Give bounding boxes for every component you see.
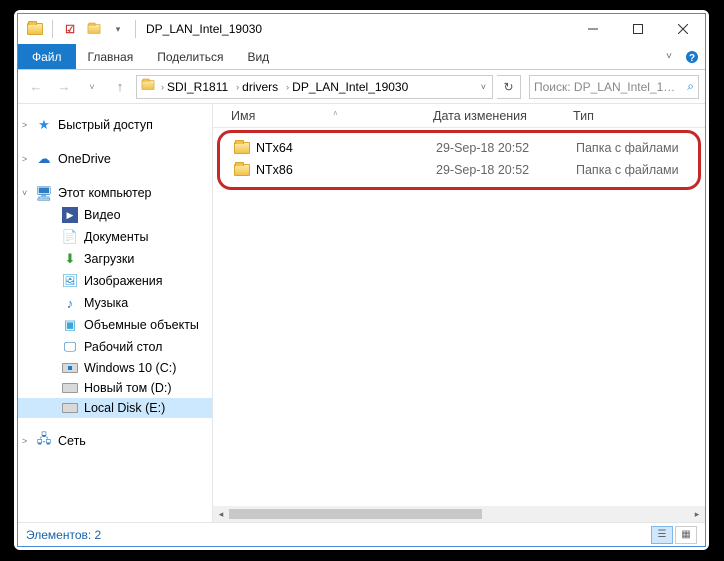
breadcrumb: ›drivers xyxy=(232,80,282,94)
scroll-right-icon[interactable]: ▸ xyxy=(689,509,705,520)
nav-onedrive[interactable]: ˃☁OneDrive xyxy=(18,148,212,170)
folder-icon xyxy=(234,142,250,154)
refresh-button[interactable]: ↻ xyxy=(497,75,521,99)
address-dropdown[interactable]: ˅ xyxy=(477,82,490,92)
app-icon xyxy=(24,18,46,40)
search-box[interactable]: Поиск: DP_LAN_Intel_1… ⌕ xyxy=(529,75,699,99)
breadcrumb: ›SDI_R1811 xyxy=(157,80,232,94)
highlighted-file-list: NTx64 29-Sep-18 20:52 Папка с файлами NT… xyxy=(217,130,701,190)
nav-music[interactable]: ♪Музыка xyxy=(18,292,212,314)
search-icon: ⌕ xyxy=(687,79,694,94)
status-bar: Элементов: 2 ☰ ▦ xyxy=(18,522,705,546)
nav-videos[interactable]: ▶Видео xyxy=(18,204,212,226)
svg-text:?: ? xyxy=(689,53,695,64)
nav-network[interactable]: ˃🖧Сеть xyxy=(18,430,212,452)
tab-view[interactable]: Вид xyxy=(235,44,281,69)
nav-documents[interactable]: 📄Документы xyxy=(18,226,212,248)
sort-indicator-icon: ˄ xyxy=(333,109,338,118)
scroll-thumb[interactable] xyxy=(229,509,482,519)
column-type: Тип xyxy=(573,109,705,123)
nav-this-pc[interactable]: ˅🖥Этот компьютер xyxy=(18,182,212,204)
column-headers[interactable]: Имя˄ Дата изменения Тип xyxy=(213,104,705,128)
ribbon-expand[interactable]: ˅ xyxy=(659,44,679,69)
nav-desktop[interactable]: 🖵Рабочий стол xyxy=(18,336,212,358)
navigation-pane: ˃★Быстрый доступ ˃☁OneDrive ˅🖥Этот компь… xyxy=(18,104,213,522)
scroll-left-icon[interactable]: ◂ xyxy=(213,509,229,520)
horizontal-scrollbar[interactable]: ◂ ▸ xyxy=(213,506,705,522)
nav-downloads[interactable]: ⬇Загрузки xyxy=(18,248,212,270)
nav-up[interactable]: ↑ xyxy=(108,75,132,99)
title-bar: ☑ ▾ DP_LAN_Intel_19030 xyxy=(18,14,705,44)
address-bar[interactable]: ›SDI_R1811 ›drivers ›DP_LAN_Intel_19030 … xyxy=(136,75,493,99)
nav-back[interactable]: ← xyxy=(24,75,48,99)
breadcrumb: ›DP_LAN_Intel_19030 xyxy=(282,80,412,94)
tab-share[interactable]: Поделиться xyxy=(145,44,235,69)
status-item-count: Элементов: 2 xyxy=(26,528,101,542)
window-title: DP_LAN_Intel_19030 xyxy=(146,22,262,36)
list-item[interactable]: NTx64 29-Sep-18 20:52 Папка с файлами xyxy=(220,137,698,159)
qat-properties-checkbox[interactable]: ☑ xyxy=(59,18,81,40)
list-item[interactable]: NTx86 29-Sep-18 20:52 Папка с файлами xyxy=(220,159,698,181)
help-button[interactable]: ? xyxy=(679,44,705,69)
tab-home[interactable]: Главная xyxy=(76,44,146,69)
qat-customize[interactable]: ▾ xyxy=(107,18,129,40)
ribbon-tabs: Файл Главная Поделиться Вид ˅ ? xyxy=(18,44,705,70)
tab-file[interactable]: Файл xyxy=(18,44,76,69)
nav-recent[interactable]: ˅ xyxy=(80,75,104,99)
nav-quick-access[interactable]: ˃★Быстрый доступ xyxy=(18,114,212,136)
nav-drive-c[interactable]: Windows 10 (C:) xyxy=(18,358,212,378)
explorer-window: ☑ ▾ DP_LAN_Intel_19030 Файл Главная Поде… xyxy=(17,13,706,547)
close-button[interactable] xyxy=(660,14,705,44)
column-name: Имя˄ xyxy=(213,109,433,123)
minimize-button[interactable] xyxy=(570,14,615,44)
nav-pictures[interactable]: 🖼Изображения xyxy=(18,270,212,292)
nav-3d-objects[interactable]: ▣Объемные объекты xyxy=(18,314,212,336)
column-date: Дата изменения xyxy=(433,109,573,123)
qat-new-folder[interactable] xyxy=(83,18,105,40)
folder-icon xyxy=(234,164,250,176)
nav-forward[interactable]: → xyxy=(52,75,76,99)
file-list-pane: Имя˄ Дата изменения Тип NTx64 29-Sep-18 … xyxy=(213,104,705,522)
maximize-button[interactable] xyxy=(615,14,660,44)
view-icons-button[interactable]: ▦ xyxy=(675,526,697,544)
address-bar-row: ← → ˅ ↑ ›SDI_R1811 ›drivers ›DP_LAN_Inte… xyxy=(18,70,705,104)
nav-drive-d[interactable]: Новый том (D:) xyxy=(18,378,212,398)
view-details-button[interactable]: ☰ xyxy=(651,526,673,544)
search-placeholder: Поиск: DP_LAN_Intel_1… xyxy=(534,80,683,94)
nav-drive-e[interactable]: Local Disk (E:) xyxy=(18,398,212,418)
